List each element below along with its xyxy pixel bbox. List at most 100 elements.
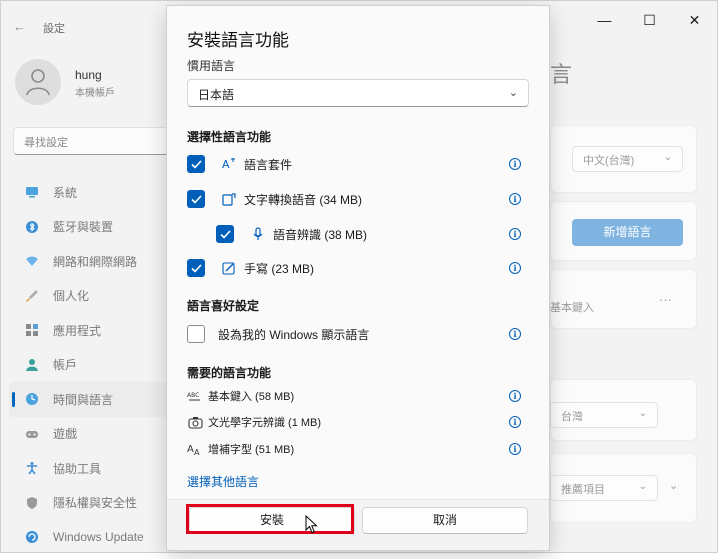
sidebar-item-system[interactable]: 系統: [9, 175, 169, 210]
sidebar-item-label: 藍牙與裝置: [53, 220, 114, 235]
svg-text:ABC: ABC: [187, 392, 199, 399]
sidebar-item-label: 遊戲: [53, 427, 78, 442]
camera-ocr-icon: [187, 415, 203, 429]
feature-label: 語音辨識 (38 MB): [273, 227, 368, 242]
info-icon[interactable]: i: [509, 228, 521, 240]
cancel-button[interactable]: 取消: [362, 507, 528, 534]
selection-indicator: [12, 392, 15, 407]
format-dropdown[interactable]: 推薦項目 ⌄: [550, 475, 658, 501]
sidebar-item-privacy[interactable]: 隱私權與安全性: [9, 486, 169, 521]
sidebar-item-label: 應用程式: [53, 323, 102, 338]
checkbox-checked[interactable]: [187, 155, 205, 173]
feature-handwriting[interactable]: 手寫 (23 MB): [187, 258, 314, 278]
checkbox-checked[interactable]: [187, 190, 205, 208]
checkbox-unchecked[interactable]: [187, 325, 205, 343]
checkbox-checked[interactable]: [187, 259, 205, 277]
svg-text:A: A: [187, 444, 194, 455]
choose-other-language-link[interactable]: 選擇其他語言: [187, 473, 259, 490]
feature-label: 語言套件: [244, 157, 293, 172]
feature-text-to-speech[interactable]: 文字轉換語音 (34 MB): [187, 189, 362, 209]
required-features-heading: 需要的語言功能: [187, 366, 272, 380]
sidebar-item-personalization[interactable]: 個人化: [9, 279, 169, 314]
info-icon[interactable]: i: [509, 158, 521, 170]
region-dropdown[interactable]: 中文(台灣) ⌄: [572, 146, 683, 172]
feature-label: 文字轉換語音 (34 MB): [244, 192, 363, 207]
highlight-box: [186, 504, 354, 534]
display-language-label: 設為我的 Windows 顯示語言: [218, 327, 370, 342]
chevron-down-icon: ⌄: [663, 152, 672, 163]
font-icon: AA: [187, 442, 203, 456]
sidebar-item-label: 網路和網際網路: [53, 254, 138, 269]
sidebar-nav: 系統 藍牙與裝置 網路和網際網路 個人化 應用程式 帳戶 時間與語言 遊戲 協助…: [9, 175, 169, 552]
chevron-down-icon: ⌄: [638, 408, 647, 419]
sidebar-item-gaming[interactable]: 遊戲: [9, 417, 169, 452]
language-select[interactable]: 日本語 ⌄: [187, 79, 529, 107]
back-arrow-icon[interactable]: ←: [13, 19, 26, 34]
required-feature-label: 基本鍵入 (58 MB): [208, 391, 295, 403]
info-icon[interactable]: i: [509, 262, 521, 274]
sidebar-item-label: 時間與語言: [53, 392, 114, 407]
sidebar-item-label: 協助工具: [53, 461, 102, 476]
required-feature-ocr: 文光學字元辨識 (1 MB): [187, 413, 321, 431]
gamepad-icon: [26, 430, 38, 438]
page-title: 言: [550, 62, 573, 87]
sidebar-item-label: 個人化: [53, 289, 90, 304]
country-dropdown[interactable]: 台灣 ⌄: [550, 402, 658, 428]
required-feature-label: 增補字型 (51 MB): [208, 444, 295, 456]
info-icon[interactable]: i: [509, 443, 521, 455]
region-dropdown-value: 中文(台灣): [583, 155, 635, 167]
sidebar-item-label: 帳戶: [53, 358, 78, 373]
minimize-button[interactable]: —: [582, 9, 627, 31]
globe-clock-icon: [26, 393, 38, 406]
info-icon[interactable]: i: [509, 328, 521, 340]
accessibility-icon: [27, 462, 37, 475]
microphone-icon: [250, 226, 266, 242]
sidebar-item-accessibility[interactable]: 協助工具: [9, 451, 169, 486]
feature-label: 手寫 (23 MB): [244, 261, 315, 276]
person-icon: [26, 69, 50, 96]
brush-icon: [26, 289, 38, 302]
maximize-button[interactable]: ☐: [627, 9, 672, 31]
chevron-down-icon: ⌄: [508, 87, 518, 99]
sidebar-item-label: 系統: [53, 185, 78, 200]
add-language-button[interactable]: 新增語言: [572, 219, 683, 246]
sidebar-item-bluetooth[interactable]: 藍牙與裝置: [9, 210, 169, 245]
sidebar-item-network[interactable]: 網路和網際網路: [9, 244, 169, 279]
optional-features-heading: 選擇性語言功能: [187, 130, 272, 144]
close-button[interactable]: ✕: [672, 9, 717, 31]
svg-text:A: A: [222, 158, 230, 171]
language-preferences-heading: 語言喜好設定: [187, 299, 260, 313]
info-icon[interactable]: i: [509, 390, 521, 402]
required-feature-fonts: AA 增補字型 (51 MB): [187, 440, 294, 458]
sidebar-item-time-language[interactable]: 時間與語言: [9, 382, 169, 417]
wifi-icon: [26, 256, 38, 267]
info-icon[interactable]: i: [509, 193, 521, 205]
checkbox-checked[interactable]: [216, 225, 234, 243]
sidebar-item-apps[interactable]: 應用程式: [9, 313, 169, 348]
required-feature-basic-typing: ABC 基本鍵入 (58 MB): [187, 387, 294, 405]
app-title: 設定: [43, 23, 65, 35]
install-language-features-dialog: 安裝語言功能 慣用語言 日本語 ⌄ 選擇性語言功能 A 語言套件 i 文字轉換語…: [166, 5, 550, 551]
display-language-option[interactable]: 設為我的 Windows 顯示語言: [187, 324, 369, 344]
avatar[interactable]: [15, 59, 61, 105]
shield-icon: [27, 496, 37, 509]
expand-chevron-icon[interactable]: ⌄: [669, 479, 678, 492]
feature-language-pack[interactable]: A 語言套件: [187, 154, 292, 174]
search-input[interactable]: 尋找設定: [13, 127, 173, 155]
window-controls: — ☐ ✕: [582, 9, 717, 31]
feature-speech-recognition[interactable]: 語音辨識 (38 MB): [216, 224, 367, 244]
sidebar-item-windows-update[interactable]: Windows Update: [9, 520, 169, 552]
required-feature-label: 文光學字元辨識 (1 MB): [208, 417, 322, 429]
format-dropdown-value: 推薦項目: [561, 484, 605, 496]
user-name: hung: [75, 68, 102, 82]
abc-typing-icon: ABC: [187, 389, 203, 403]
monitor-icon: [26, 187, 38, 198]
sidebar-item-accounts[interactable]: 帳戶: [9, 348, 169, 383]
preferred-language-label: 慣用語言: [187, 59, 236, 73]
account-type: 本機帳戶: [75, 88, 115, 99]
sidebar-item-label: 隱私權與安全性: [53, 496, 138, 511]
info-icon[interactable]: i: [509, 416, 521, 428]
text-to-speech-icon: [221, 191, 237, 207]
language-select-value: 日本語: [198, 88, 235, 102]
more-options-icon[interactable]: ···: [659, 292, 672, 307]
